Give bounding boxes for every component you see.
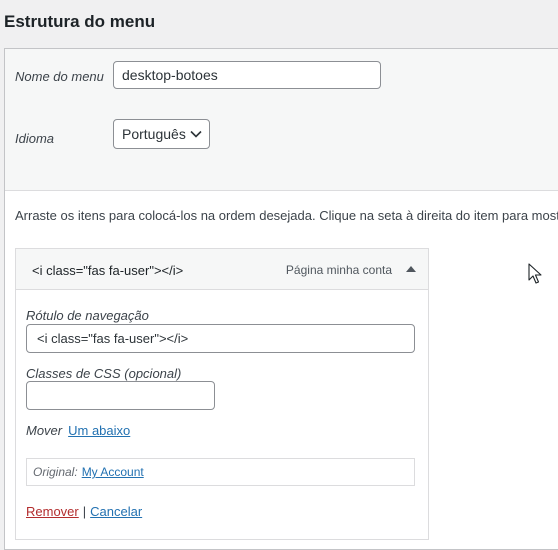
move-label: Mover xyxy=(26,423,63,438)
instructions-text: Arraste os itens para colocá-los na orde… xyxy=(15,208,558,223)
menu-item-title: <i class="fas fa-user"></i> xyxy=(32,263,184,278)
menu-structure-panel: Nome do menu desktop-botoes Idioma Portu… xyxy=(4,48,558,550)
menu-settings-header: Nome do menu desktop-botoes Idioma Portu… xyxy=(5,49,558,191)
page-title: Estrutura do menu xyxy=(4,12,156,31)
move-down-link[interactable]: Um abaixo xyxy=(68,423,130,438)
mouse-pointer-icon xyxy=(528,263,542,285)
original-link[interactable]: My Account xyxy=(82,465,144,479)
language-select-value: Português xyxy=(122,126,186,142)
chevron-down-icon xyxy=(189,120,203,148)
nav-label-input[interactable]: <i class="fas fa-user"></i> xyxy=(26,324,415,353)
original-link-box: Original: My Account xyxy=(26,458,415,486)
caret-up-icon[interactable] xyxy=(404,262,418,276)
actions-separator: | xyxy=(82,504,87,519)
remove-link[interactable]: Remover xyxy=(26,504,79,519)
item-actions: Remover | Cancelar xyxy=(26,504,142,519)
language-label: Idioma xyxy=(15,131,55,146)
cancel-link[interactable]: Cancelar xyxy=(90,504,142,519)
css-classes-input[interactable] xyxy=(26,381,215,410)
menu-name-input[interactable]: desktop-botoes xyxy=(113,61,381,89)
language-select[interactable]: Português xyxy=(113,119,210,149)
move-row: Mover Um abaixo xyxy=(26,423,130,438)
menu-item-handle[interactable]: <i class="fas fa-user"></i> Página minha… xyxy=(16,249,428,290)
css-classes-label: Classes de CSS (opcional) xyxy=(26,366,182,381)
nav-label-label: Rótulo de navegação xyxy=(26,308,149,323)
menu-item: <i class="fas fa-user"></i> Página minha… xyxy=(15,248,429,540)
original-label: Original: xyxy=(33,465,78,479)
menu-name-label: Nome do menu xyxy=(15,69,104,84)
menu-item-type: Página minha conta xyxy=(285,263,392,277)
